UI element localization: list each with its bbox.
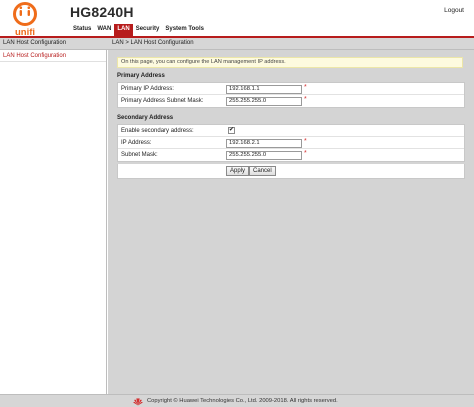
main-nav: Status WAN LAN Security System Tools: [70, 24, 207, 36]
nav-tab-security[interactable]: Security: [133, 24, 163, 36]
section-title: LAN Host Configuration: [3, 40, 67, 46]
checkbox-check-icon: ✔: [229, 127, 235, 133]
nav-tab-wan[interactable]: WAN: [94, 24, 114, 36]
main-panel: On this page, you can configure the LAN …: [108, 50, 474, 394]
required-mark: *: [304, 84, 307, 91]
primary-mask-row: Primary Address Subnet Mask: *: [118, 95, 464, 107]
secondary-mask-input[interactable]: [226, 150, 302, 160]
sidebar-item-lan-host-configuration[interactable]: LAN Host Configuration: [0, 50, 106, 62]
sub-header-bar: LAN Host Configuration LAN > LAN Host Co…: [0, 38, 474, 50]
enable-secondary-label: Enable secondary address:: [121, 128, 194, 134]
enable-secondary-row: Enable secondary address: ✔: [118, 125, 464, 137]
required-mark: *: [304, 150, 307, 157]
primary-mask-label: Primary Address Subnet Mask:: [121, 98, 204, 104]
secondary-mask-row: Subnet Mask: *: [118, 149, 464, 161]
nav-tab-lan[interactable]: LAN: [114, 24, 133, 36]
nav-tab-system-tools[interactable]: System Tools: [162, 24, 207, 36]
logout-link[interactable]: Logout: [444, 7, 464, 14]
unifi-logo: unifi: [13, 2, 37, 37]
nav-tab-status[interactable]: Status: [70, 24, 94, 36]
secondary-address-form: Enable secondary address: ✔ IP Address: …: [117, 124, 465, 162]
primary-address-title: Primary Address: [117, 73, 165, 79]
device-model: HG8240H: [70, 4, 134, 20]
enable-secondary-checkbox[interactable]: ✔: [228, 127, 235, 134]
secondary-ip-row: IP Address: *: [118, 137, 464, 149]
primary-mask-input[interactable]: [226, 96, 302, 106]
sidebar: LAN Host Configuration: [0, 50, 107, 394]
primary-ip-row: Primary IP Address: *: [118, 83, 464, 95]
apply-button[interactable]: Apply: [226, 166, 250, 176]
primary-ip-label: Primary IP Address:: [121, 86, 174, 92]
copyright-text: Copyright © Huawei Technologies Co., Ltd…: [147, 398, 338, 404]
secondary-address-title: Secondary Address: [117, 115, 174, 121]
form-buttons: Apply Cancel: [117, 164, 465, 179]
info-banner: On this page, you can configure the LAN …: [117, 57, 463, 68]
footer: Copyright © Huawei Technologies Co., Ltd…: [0, 394, 474, 407]
huawei-logo-icon: [133, 398, 143, 406]
required-mark: *: [304, 138, 307, 145]
required-mark: *: [304, 96, 307, 103]
primary-ip-input[interactable]: [226, 84, 302, 94]
breadcrumb: LAN > LAN Host Configuration: [112, 40, 194, 46]
primary-address-form: Primary IP Address: * Primary Address Su…: [117, 82, 465, 108]
secondary-ip-input[interactable]: [226, 138, 302, 148]
cancel-button[interactable]: Cancel: [249, 166, 276, 176]
secondary-mask-label: Subnet Mask:: [121, 152, 158, 158]
secondary-ip-label: IP Address:: [121, 140, 152, 146]
header: unifi HG8240H Logout Status WAN LAN Secu…: [0, 0, 474, 38]
